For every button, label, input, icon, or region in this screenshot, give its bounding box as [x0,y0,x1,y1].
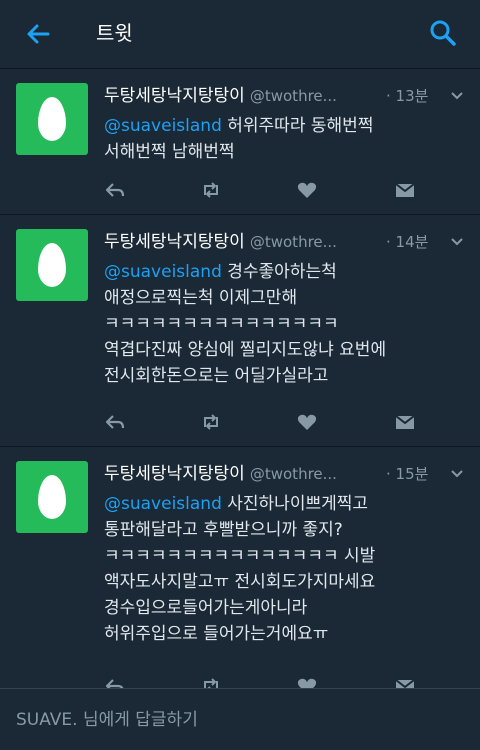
tweet-line: 서해번쩍 남해번쩍 [104,142,235,162]
search-icon[interactable] [428,18,458,48]
tweet-time: · 15분 [386,465,429,483]
dm-icon[interactable] [394,411,416,433]
retweet-icon[interactable] [200,179,222,201]
top-bar: 트윗 [0,0,480,69]
page-title: 트윗 [96,21,133,45]
tweet-text: @suaveisland 허위주따라 동해번쩍 서해번쩍 남해번쩍 [104,113,464,165]
reply-bar[interactable]: SUAVE. 님에게 답글하기 [0,688,480,750]
author-handle: @twothre... [249,465,337,483]
reply-icon[interactable] [104,411,126,433]
tweet-header: 두탕세탕낙지탕탕이 @twothre... [104,83,346,109]
avatar[interactable] [16,461,88,533]
tweet-line: 역겹다진짜 양심에 찔리지도않냐 요번에 [104,340,387,360]
reply-input-placeholder[interactable]: SUAVE. 님에게 답글하기 [16,707,198,733]
tweet-line: 애정으로찍는척 이제그만해 [104,288,298,308]
author-name[interactable]: 두탕세탕낙지탕탕이 [104,232,245,252]
retweet-icon[interactable] [200,411,222,433]
author-name[interactable]: 두탕세탕낙지탕탕이 [104,464,245,484]
author-name[interactable]: 두탕세탕낙지탕탕이 [104,86,245,106]
tweet-actions [104,411,424,435]
author-handle: @twothre... [249,233,337,251]
tweet-time: · 13분 [386,87,429,105]
tweet-line: 허위주입으로 들어가는거에요ㅠ [104,624,329,644]
back-arrow-icon[interactable] [22,18,54,50]
tweet-line: 통판해달라고 후빨받으니까 좋지? [104,520,343,540]
tweet-header: 두탕세탕낙지탕탕이 @twothre... [104,229,346,255]
tweet[interactable]: 두탕세탕낙지탕탕이 @twothre... · 13분 @suaveisland… [0,69,480,215]
tweet-header: 두탕세탕낙지탕탕이 @twothre... [104,461,346,487]
tweet-text: @suaveisland 경수좋아하는척 애정으로찍는척 이제그만해 ㅋㅋㅋㅋㅋ… [104,259,464,389]
tweet[interactable]: 두탕세탕낙지탕탕이 @twothre... · 14분 @suaveisland… [0,215,480,447]
author-handle: @twothre... [249,87,337,105]
tweet-line: 액자도사지말고ㅠ 전시회도가지마세요 [104,572,376,592]
tweet-line: ㅋㅋㅋㅋㅋㅋㅋㅋㅋㅋㅋㅋㅋㅋㅋ 시발 [104,546,376,566]
mention-link[interactable]: @suaveisland [104,116,222,136]
egg-icon [38,243,66,287]
tweet-text: @suaveisland 사진하나이쁘게찍고 통판해달라고 후빨받으니까 좋지?… [104,491,464,647]
like-icon[interactable] [296,411,318,433]
tweet[interactable]: 두탕세탕낙지탕탕이 @twothre... · 15분 @suaveisland… [0,447,480,698]
egg-icon [38,475,66,519]
tweet-actions [104,179,424,203]
avatar[interactable] [16,83,88,155]
like-icon[interactable] [296,179,318,201]
mention-link[interactable]: @suaveisland [104,262,222,282]
tweet-line: 사진하나이쁘게찍고 [227,494,369,514]
egg-icon [38,97,66,141]
dm-icon[interactable] [394,179,416,201]
reply-icon[interactable] [104,179,126,201]
tweet-line: 경수좋아하는척 [227,262,337,282]
caret-down-icon[interactable] [450,467,464,481]
caret-down-icon[interactable] [450,89,464,103]
caret-down-icon[interactable] [450,235,464,249]
tweet-line: 전시회한돈으로는 어딜가실라고 [104,366,329,386]
tweet-time: · 14분 [386,233,429,251]
tweet-line: 경수입으로들어가는게아니라 [104,598,308,618]
tweet-line: 허위주따라 동해번쩍 [227,116,374,136]
tweet-line: ㅋㅋㅋㅋㅋㅋㅋㅋㅋㅋㅋㅋㅋㅋㅋ [104,314,339,334]
avatar[interactable] [16,229,88,301]
mention-link[interactable]: @suaveisland [104,494,222,514]
